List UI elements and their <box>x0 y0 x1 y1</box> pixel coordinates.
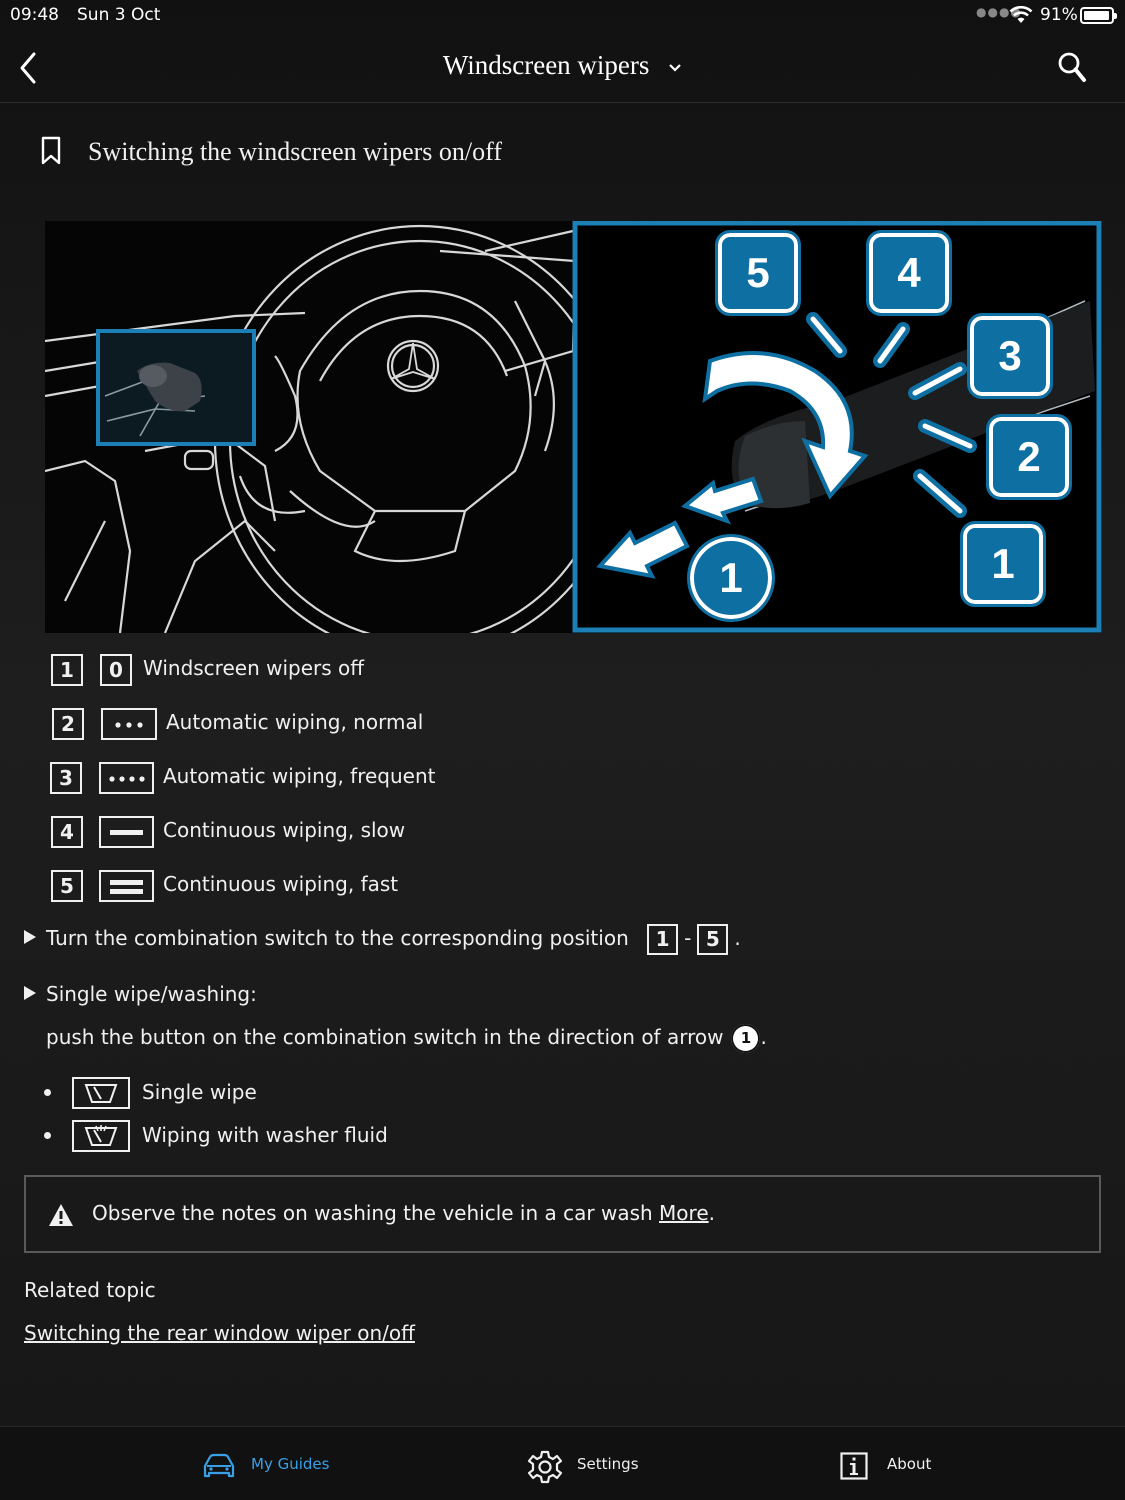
callout-4: 4 <box>866 230 952 316</box>
list-item-text: Single wipe <box>142 1080 257 1104</box>
position-number-box: 4 <box>51 816 83 848</box>
callout-3: 3 <box>967 313 1053 399</box>
position-number-box: 2 <box>52 708 84 740</box>
position-number-box: 1 <box>51 654 83 686</box>
tab-settings[interactable]: Settings <box>526 1427 646 1500</box>
four-dots-icon <box>99 762 154 794</box>
tab-my-guides[interactable]: My Guides <box>198 1427 338 1500</box>
status-bar: 09:48 Sun 3 Oct ●●●● 91% <box>0 0 1125 32</box>
position-number-box: 5 <box>697 924 729 955</box>
bookmark-icon[interactable] <box>40 136 62 166</box>
wiper-switch-illustration: 5 4 3 2 1 1 <box>45 221 1102 633</box>
period: . <box>734 926 741 950</box>
more-link[interactable]: More <box>659 1201 709 1225</box>
warning-text: Observe the notes on washing the vehicle… <box>92 1201 715 1225</box>
nav-title-dropdown[interactable]: Windscreen wipers <box>0 50 1125 81</box>
battery-icon <box>1080 7 1117 24</box>
period: . <box>708 1201 715 1225</box>
callout-1: 1 <box>960 521 1046 607</box>
single-line-icon <box>99 816 154 848</box>
page-title: Switching the windscreen wipers on/off <box>88 137 502 166</box>
tab-label: My Guides <box>251 1455 330 1473</box>
step-single-wipe: Single wipe/washing: <box>24 982 257 1006</box>
tab-about[interactable]: About <box>838 1427 948 1500</box>
wifi-icon <box>1009 6 1033 23</box>
arrow-callout-1: 1 <box>687 534 775 622</box>
legend-text: Continuous wiping, slow <box>163 818 406 842</box>
double-line-icon <box>99 870 154 902</box>
search-icon[interactable] <box>1056 50 1090 86</box>
related-topic-link[interactable]: Switching the rear window wiper on/off <box>24 1321 415 1345</box>
step-text: push the button on the combination switc… <box>46 1025 724 1049</box>
arrow-number-circle: 1 <box>731 1024 761 1053</box>
nav-bar: Windscreen wipers <box>0 32 1125 103</box>
tab-label: Settings <box>577 1455 639 1473</box>
tab-label: About <box>887 1455 932 1473</box>
warning-box: Observe the notes on washing the vehicle… <box>24 1175 1101 1253</box>
period: . <box>760 1025 767 1049</box>
legend-text: Windscreen wipers off <box>143 656 365 680</box>
related-topic-label: Related topic <box>24 1278 156 1302</box>
step-turn-switch: Turn the combination switch to the corre… <box>24 924 741 955</box>
step-push-button: push the button on the combination switc… <box>46 1024 767 1053</box>
bullet-icon <box>44 1132 51 1139</box>
tab-bar: My Guides Settings About <box>0 1426 1125 1500</box>
gear-icon <box>527 1450 563 1484</box>
warning-triangle-icon <box>49 1204 73 1226</box>
car-icon <box>203 1453 235 1478</box>
step-text: Turn the combination switch to the corre… <box>46 926 629 950</box>
symbol-zero-box: 0 <box>100 654 132 686</box>
step-text: Single wipe/washing: <box>46 982 257 1006</box>
status-date: Sun 3 Oct <box>77 5 161 25</box>
callout-2: 2 <box>986 414 1072 500</box>
legend-text: Automatic wiping, normal <box>166 710 424 734</box>
three-dots-icon <box>101 708 157 740</box>
legend-text: Continuous wiping, fast <box>163 872 399 896</box>
battery-percent: 91% <box>1040 5 1078 25</box>
washer-fluid-icon <box>72 1120 130 1152</box>
play-triangle-icon <box>24 986 36 1000</box>
range-separator: - <box>684 926 692 950</box>
bullet-icon <box>44 1089 51 1096</box>
position-number-box: 3 <box>50 762 82 794</box>
list-item-text: Wiping with washer fluid <box>142 1123 388 1147</box>
callout-5: 5 <box>715 230 801 316</box>
nav-title-text: Windscreen wipers <box>442 50 650 80</box>
wiper-icon <box>72 1077 130 1109</box>
status-time: 09:48 <box>10 5 59 25</box>
position-number-box: 5 <box>51 870 83 902</box>
info-icon <box>840 1452 868 1480</box>
legend-text: Automatic wiping, frequent <box>163 764 436 788</box>
warning-message: Observe the notes on washing the vehicle… <box>92 1201 653 1225</box>
play-triangle-icon <box>24 930 36 944</box>
position-number-box: 1 <box>647 924 679 955</box>
chevron-down-icon <box>669 64 681 72</box>
